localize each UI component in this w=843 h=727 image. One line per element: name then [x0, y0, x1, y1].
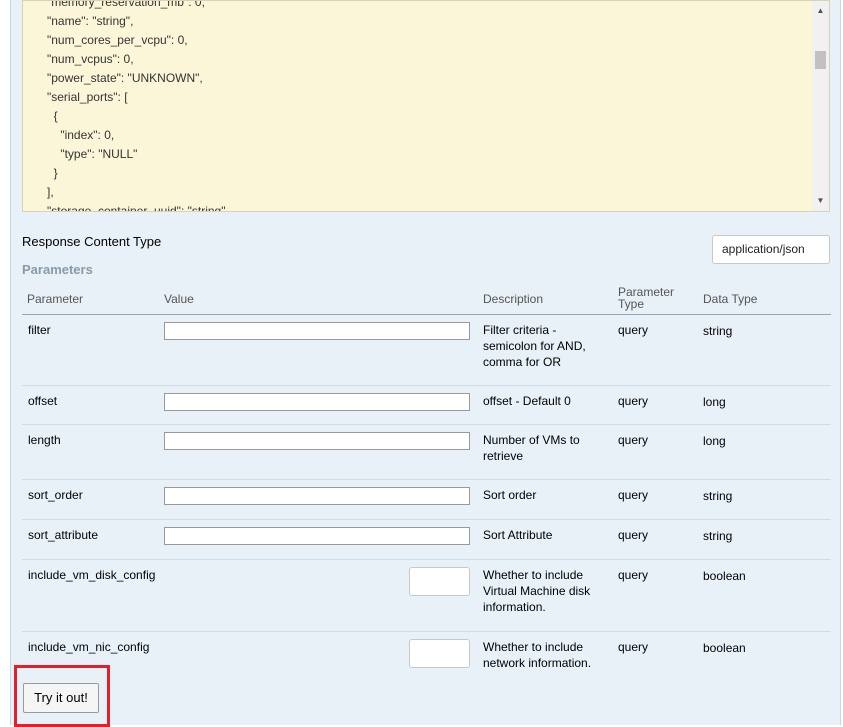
code-line: "storage_container_uuid": "string",	[47, 204, 229, 212]
param-data-type: boolean	[703, 641, 746, 655]
param-name: sort_order	[28, 488, 83, 502]
try-it-out-highlight: Try it out!	[14, 665, 110, 727]
param-type: query	[618, 394, 649, 408]
table-row: offset offset - Default 0 query long	[22, 386, 831, 425]
code-line: "index": 0,	[47, 128, 115, 142]
param-name: offset	[28, 394, 58, 408]
offset-input[interactable]	[164, 393, 470, 411]
param-name: filter	[28, 323, 51, 337]
param-description: Sort Attribute	[483, 528, 553, 542]
param-type: query	[618, 640, 649, 654]
param-description: Whether to include network information.	[483, 640, 592, 670]
scroll-up-arrow-icon[interactable]: ▲	[812, 3, 829, 19]
param-data-type: boolean	[703, 569, 746, 583]
param-name: include_vm_nic_config	[28, 640, 150, 654]
include-vm-nic-config-select[interactable]	[409, 639, 470, 668]
filter-input[interactable]	[164, 322, 470, 340]
column-header-parameter: Parameter	[27, 292, 84, 306]
param-name: sort_attribute	[28, 528, 99, 542]
param-type: query	[618, 568, 649, 582]
try-it-out-button[interactable]: Try it out!	[23, 683, 99, 713]
code-line: ],	[47, 185, 54, 199]
response-content-type-label: Response Content Type	[22, 234, 162, 249]
scroll-down-arrow-icon[interactable]: ▼	[812, 193, 829, 209]
param-description: Number of VMs to retrieve	[483, 433, 580, 463]
response-content-type-select[interactable]: application/json	[712, 235, 830, 264]
param-type: query	[618, 323, 649, 337]
code-line: "num_cores_per_vcpu": 0,	[47, 33, 188, 47]
table-row: sort_attribute Sort Attribute query stri…	[22, 520, 831, 560]
param-name: length	[28, 433, 61, 447]
param-name: include_vm_disk_config	[28, 568, 156, 582]
param-data-type: string	[703, 489, 733, 503]
column-header-value: Value	[164, 292, 194, 306]
table-row: filter Filter criteria - semicolon for A…	[22, 315, 831, 386]
parameters-table: Parameter Value Description Parameter Ty…	[22, 284, 831, 678]
param-data-type: long	[703, 434, 726, 448]
param-type: query	[618, 528, 649, 542]
column-header-data-type: Data Type	[703, 292, 758, 306]
vertical-scrollbar[interactable]: ▲ ▼	[812, 1, 829, 211]
code-line: {	[47, 109, 58, 123]
code-line: "num_vcpus": 0,	[47, 52, 134, 66]
parameters-heading: Parameters	[22, 262, 93, 277]
include-vm-disk-config-select[interactable]	[409, 567, 470, 596]
code-line: }	[47, 166, 58, 180]
param-description: Filter criteria - semicolon for AND, com…	[483, 323, 586, 369]
param-type: query	[618, 488, 649, 502]
param-description: Sort order	[483, 488, 537, 502]
sort-attribute-input[interactable]	[164, 527, 470, 545]
column-header-description: Description	[483, 292, 544, 306]
table-row: include_vm_disk_config Whether to includ…	[22, 560, 831, 632]
param-type: query	[618, 433, 649, 447]
length-input[interactable]	[164, 432, 470, 450]
table-row: sort_order Sort order query string	[22, 480, 831, 520]
code-line: "power_state": "UNKNOWN",	[47, 71, 203, 85]
param-data-type: long	[703, 395, 726, 409]
code-line: "serial_ports": [	[47, 90, 128, 104]
table-row: length Number of VMs to retrieve query l…	[22, 425, 831, 480]
param-data-type: string	[703, 324, 733, 338]
body-sample-code: "memory_reservation_mb": 0, "name": "stri…	[47, 0, 809, 212]
column-header-parameter-type: Parameter Type	[618, 286, 674, 310]
sort-order-input[interactable]	[164, 487, 470, 505]
code-line: "type": "NULL"	[47, 147, 138, 161]
param-data-type: string	[703, 529, 733, 543]
param-description: offset - Default 0	[483, 394, 571, 408]
table-row: include_vm_nic_config Whether to include…	[22, 632, 831, 678]
column-header-parameter-type-line2: Type	[618, 297, 645, 311]
code-line: "name": "string",	[47, 14, 134, 28]
code-line: "memory_reservation_mb": 0,	[47, 0, 205, 9]
parameters-table-header: Parameter Value Description Parameter Ty…	[22, 284, 831, 315]
scroll-thumb[interactable]	[815, 51, 826, 69]
body-sample-textarea[interactable]: "memory_reservation_mb": 0, "name": "stri…	[22, 0, 830, 212]
param-description: Whether to include Virtual Machine disk …	[483, 568, 591, 614]
